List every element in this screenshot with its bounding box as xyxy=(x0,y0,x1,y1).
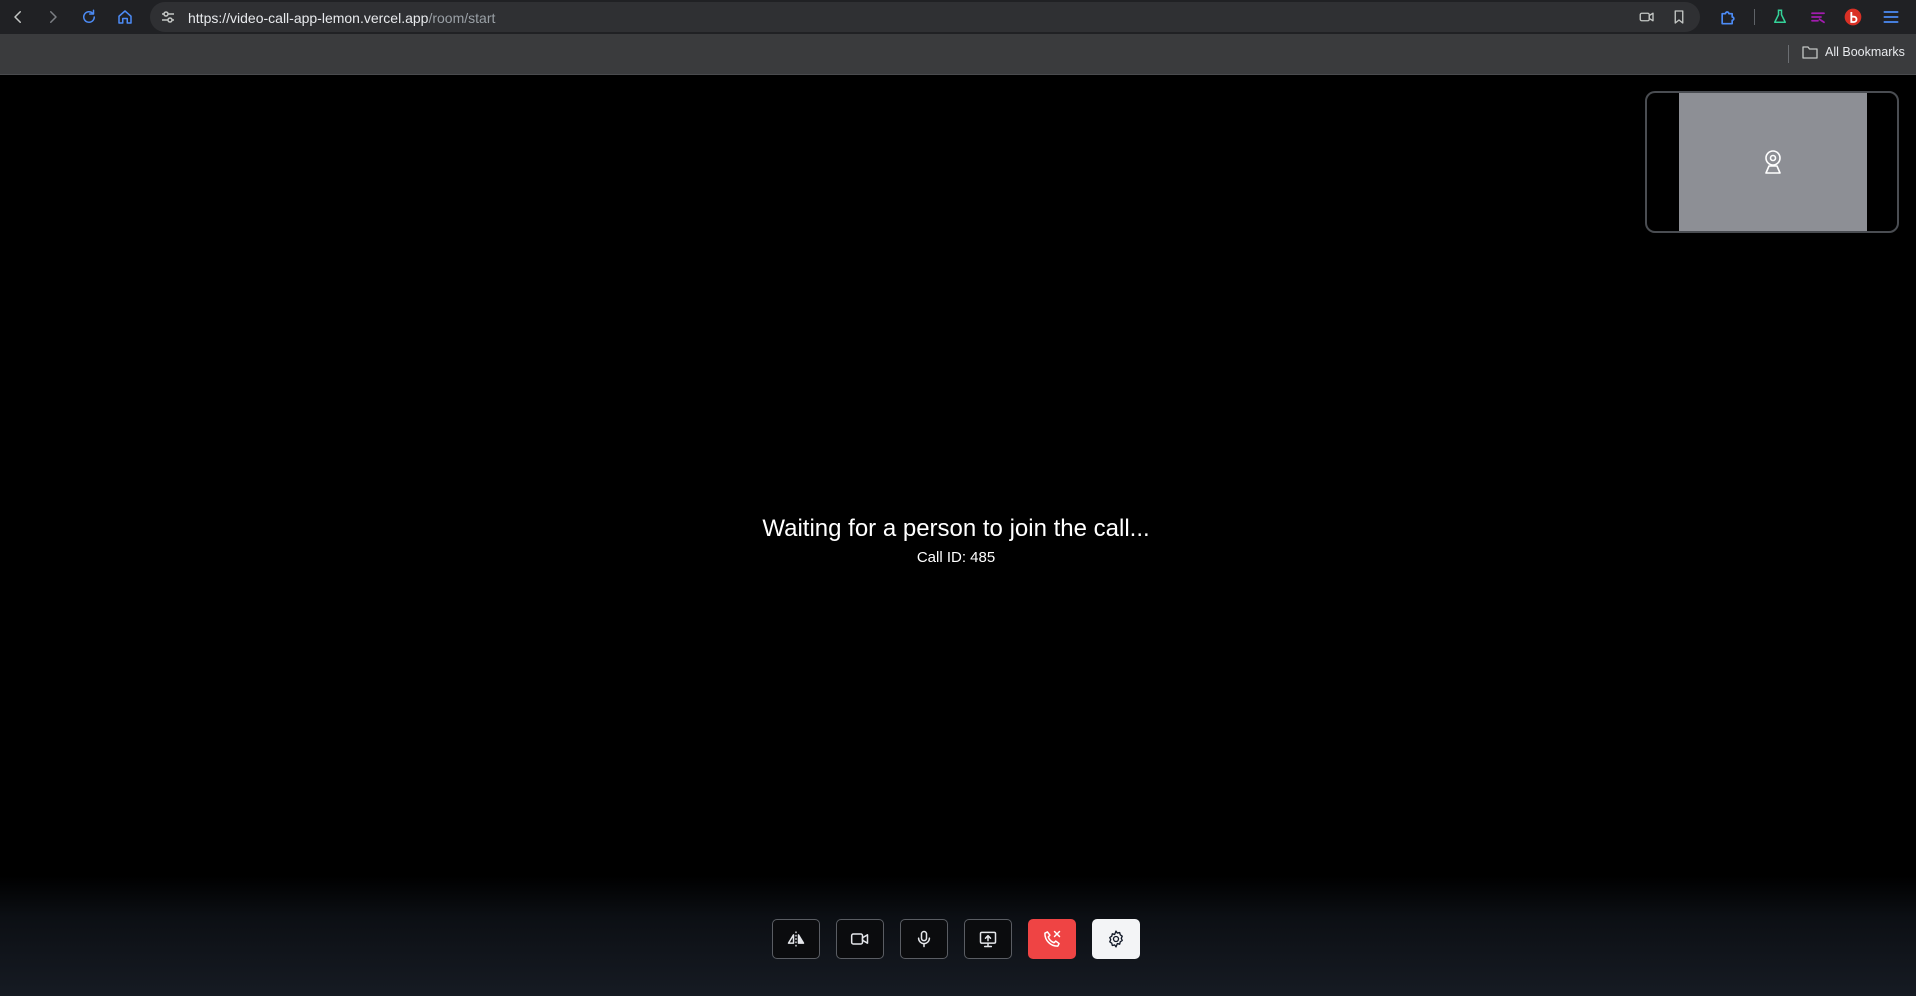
video-camera-icon xyxy=(850,933,869,945)
puzzle-icon xyxy=(1721,11,1735,25)
toolbar-separator xyxy=(1754,9,1755,25)
home-button[interactable] xyxy=(114,6,136,28)
chevron-left-icon xyxy=(14,11,21,23)
local-video-preview[interactable] xyxy=(1645,91,1899,233)
waiting-panel: Waiting for a person to join the call...… xyxy=(0,515,1912,566)
browser-toolbar: https://video-call-app-lemon.vercel.app/… xyxy=(0,0,1916,34)
bookmark-icon[interactable] xyxy=(1670,8,1688,26)
local-video-placeholder xyxy=(1679,93,1867,231)
forward-button[interactable] xyxy=(42,6,64,28)
share-screen-button[interactable] xyxy=(964,919,1012,959)
all-bookmarks-label: All Bookmarks xyxy=(1825,45,1905,59)
microphone-icon xyxy=(917,930,931,948)
camera-icon[interactable] xyxy=(1638,8,1656,26)
toggle-video-button[interactable] xyxy=(836,919,884,959)
waiting-message: Waiting for a person to join the call... xyxy=(762,515,1150,542)
extension-b-icon xyxy=(1844,8,1862,26)
end-call-button[interactable] xyxy=(1028,919,1076,959)
url-host: https://video-call-app-lemon.vercel.app xyxy=(188,10,429,26)
address-bar[interactable]: https://video-call-app-lemon.vercel.app/… xyxy=(150,2,1700,32)
flip-icon xyxy=(787,931,805,947)
flask-icon xyxy=(1774,9,1786,23)
webcam-placeholder-icon xyxy=(1765,150,1781,174)
home-icon xyxy=(118,10,132,24)
extension-purple[interactable] xyxy=(1808,7,1828,27)
phone-off-icon xyxy=(1044,930,1061,947)
bookmarks-bar: All Bookmarks xyxy=(0,34,1916,75)
reload-icon xyxy=(83,9,95,23)
bookmarks-separator xyxy=(1788,45,1789,63)
extension-red[interactable] xyxy=(1843,7,1863,27)
all-bookmarks-button[interactable]: All Bookmarks xyxy=(1802,45,1905,59)
back-button[interactable] xyxy=(7,6,29,28)
flip-camera-button[interactable] xyxy=(772,919,820,959)
labs-button[interactable] xyxy=(1770,7,1790,27)
settings-button[interactable] xyxy=(1092,919,1140,959)
gear-icon xyxy=(1109,930,1123,948)
extensions-button[interactable] xyxy=(1718,7,1738,27)
tune-icon[interactable] xyxy=(160,9,176,25)
browser-menu-button[interactable] xyxy=(1881,7,1901,27)
url-text: https://video-call-app-lemon.vercel.app/… xyxy=(188,10,495,26)
call-id: Call ID: 485 xyxy=(916,549,996,566)
folder-icon xyxy=(1802,46,1818,59)
toggle-mic-button[interactable] xyxy=(900,919,948,959)
reload-button[interactable] xyxy=(78,6,100,28)
hamburger-icon xyxy=(1883,11,1899,23)
call-controls xyxy=(772,919,1140,959)
chevron-right-icon xyxy=(50,11,57,23)
url-path: /room/start xyxy=(428,10,496,26)
screen-share-icon xyxy=(979,931,997,948)
extension-lines-icon xyxy=(1811,12,1825,24)
